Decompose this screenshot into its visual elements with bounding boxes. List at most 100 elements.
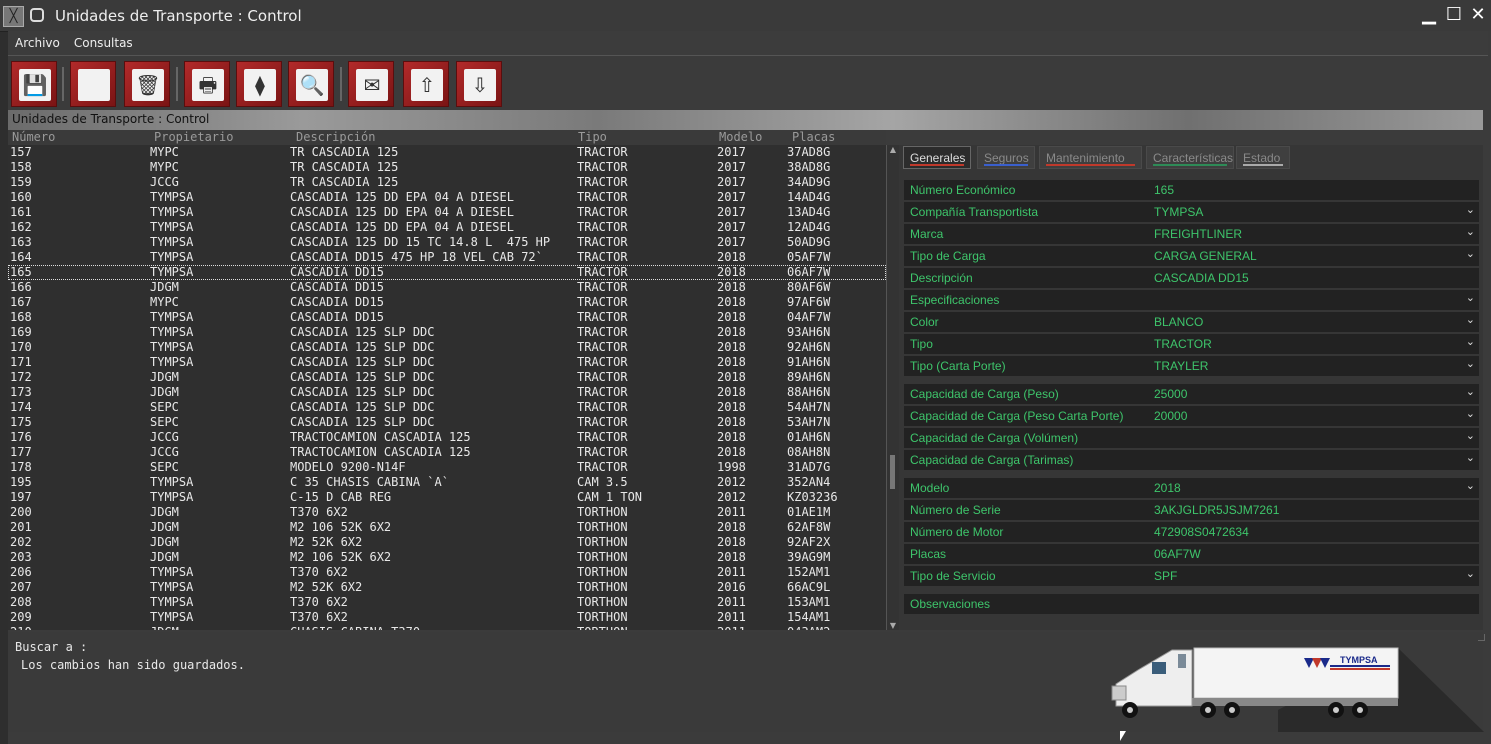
field-row[interactable]: Marca FREIGHTLINER ⌄ (904, 224, 1479, 244)
table-row[interactable]: 202 JDGM M2 52K 6X2 TORTHON 2018 92AF2X (8, 535, 886, 550)
field-row[interactable]: Modelo 2018 ⌄ (904, 478, 1479, 498)
field-value[interactable]: FREIGHTLINER (1154, 227, 1242, 241)
table-row[interactable]: 209 TYMPSA T370 6X2 TORTHON 2011 154AM1 (8, 610, 886, 625)
table-row[interactable]: 168 TYMPSA CASCADIA DD15 TRACTOR 2018 04AF7W (8, 310, 886, 325)
field-value[interactable]: 06AF7W (1154, 547, 1201, 561)
field-value[interactable]: 472908S0472634 (1154, 525, 1249, 539)
tab-generales[interactable]: Generales (903, 146, 971, 169)
app-icon[interactable]: ╳ (3, 6, 24, 27)
field-row[interactable]: Especificaciones ⌄ (904, 290, 1479, 310)
table-row[interactable]: 161 TYMPSA CASCADIA 125 DD EPA 04 A DIESEL… (8, 205, 886, 220)
chevron-down-icon[interactable]: ⌄ (1466, 247, 1475, 260)
field-row[interactable]: Observaciones (904, 594, 1479, 614)
table-row[interactable]: 169 TYMPSA CASCADIA 125 SLP DDC TRACTOR 2018… (8, 325, 886, 340)
field-row[interactable]: Compañía Transportista TYMPSA ⌄ (904, 202, 1479, 222)
scrollbar-thumb[interactable] (890, 455, 895, 489)
table-row[interactable]: 201 JDGM M2 106 52K 6X2 TORTHON 2018 62AF8W (8, 520, 886, 535)
field-row[interactable]: Capacidad de Carga (Peso Carta Porte) 200… (904, 406, 1479, 426)
field-row[interactable]: Descripción CASCADIA DD15 (904, 268, 1479, 288)
field-value[interactable]: 25000 (1154, 387, 1187, 401)
search-button[interactable]: 🔍 (288, 61, 334, 107)
table-row[interactable]: 172 JDGM CASCADIA 125 SLP DDC TRACTOR 2018 89… (8, 370, 886, 385)
chevron-down-icon[interactable]: ⌄ (1466, 567, 1475, 580)
table-row[interactable]: 174 SEPC CASCADIA 125 SLP DDC TRACTOR 2018 54… (8, 400, 886, 415)
scroll-up-arrow-icon[interactable]: ▲ (889, 145, 897, 154)
units-list[interactable]: 157 MYPC TR CASCADIA 125 TRACTOR 2017 37AD8G 1… (8, 145, 886, 630)
field-value[interactable]: SPF (1154, 569, 1177, 583)
table-row[interactable]: 200 JDGM T370 6X2 TORTHON 2011 01AE1M (8, 505, 886, 520)
save-button[interactable]: 💾 (11, 61, 57, 107)
import-button[interactable]: ⇩ (456, 61, 502, 107)
table-row[interactable]: 207 TYMPSA M2 52K 6X2 TORTHON 2016 66AC9L (8, 580, 886, 595)
field-row[interactable]: Tipo de Servicio SPF ⌄ (904, 566, 1479, 586)
table-row[interactable]: 176 JCCG TRACTOCAMION CASCADIA 125 TRACTOR 2… (8, 430, 886, 445)
chevron-down-icon[interactable]: ⌄ (1466, 203, 1475, 216)
field-value[interactable]: 3AKJGLDR5JSJM7261 (1154, 503, 1279, 517)
field-value[interactable]: 20000 (1154, 409, 1187, 423)
export-button[interactable]: ⇧ (403, 61, 449, 107)
table-row[interactable]: 160 TYMPSA CASCADIA 125 DD EPA 04 A DIESEL… (8, 190, 886, 205)
table-row-selected[interactable]: 165 TYMPSA CASCADIA DD15 TRACTOR 2018 06AF7W (8, 265, 886, 280)
minimize-button[interactable]: ▁ (1418, 4, 1440, 26)
chevron-down-icon[interactable]: ⌄ (1466, 407, 1475, 420)
table-row[interactable]: 157 MYPC TR CASCADIA 125 TRACTOR 2017 37AD8G (8, 145, 886, 160)
close-button[interactable]: ✕ (1467, 4, 1489, 26)
scroll-down-arrow-icon[interactable]: ▼ (889, 621, 897, 630)
chevron-down-icon[interactable]: ⌄ (1466, 335, 1475, 348)
tab-seguros[interactable]: Seguros (977, 146, 1035, 169)
table-row[interactable]: 173 JDGM CASCADIA 125 SLP DDC TRACTOR 2018 88… (8, 385, 886, 400)
column-header[interactable]: Descripción (296, 130, 375, 144)
table-row[interactable]: 159 JCCG TR CASCADIA 125 TRACTOR 2017 34AD9G (8, 175, 886, 190)
column-header[interactable]: Placas (792, 130, 835, 144)
chevron-down-icon[interactable]: ⌄ (1466, 357, 1475, 370)
maximize-button[interactable]: ☐ (1443, 4, 1465, 26)
field-value[interactable]: 165 (1154, 183, 1174, 197)
table-row[interactable]: 162 TYMPSA CASCADIA 125 DD EPA 04 A DIESEL… (8, 220, 886, 235)
field-value[interactable]: TRACTOR (1154, 337, 1212, 351)
chevron-down-icon[interactable]: ⌄ (1466, 429, 1475, 442)
field-value[interactable]: CARGA GENERAL (1154, 249, 1257, 263)
tab-estado[interactable]: Estado (1236, 146, 1290, 169)
chevron-down-icon[interactable]: ⌄ (1466, 385, 1475, 398)
column-header[interactable]: Tipo (578, 130, 607, 144)
table-row[interactable]: 203 JDGM M2 106 52K 6X2 TORTHON 2018 39AG9M (8, 550, 886, 565)
pin-icon[interactable] (30, 8, 44, 22)
table-row[interactable]: 177 JCCG TRACTOCAMION CASCADIA 125 TRACTOR 2… (8, 445, 886, 460)
menu-consultas[interactable]: Consultas (67, 31, 140, 55)
delete-button[interactable]: 🗑 (124, 61, 170, 107)
field-row[interactable]: Capacidad de Carga (Tarimas) ⌄ (904, 450, 1479, 470)
field-row[interactable]: Capacidad de Carga (Volúmen) ⌄ (904, 428, 1479, 448)
field-row[interactable]: Número Económico 165 (904, 180, 1479, 200)
column-header[interactable]: Número (12, 130, 55, 144)
table-row[interactable]: 166 JDGM CASCADIA DD15 TRACTOR 2018 80AF6W (8, 280, 886, 295)
table-row[interactable]: 163 TYMPSA CASCADIA 125 DD 15 TC 14.8 L 47… (8, 235, 886, 250)
table-row[interactable]: 197 TYMPSA C-15 D CAB REG CAM 1 TON 2012 KZ03… (8, 490, 886, 505)
column-header[interactable]: Propietario (154, 130, 233, 144)
chevron-down-icon[interactable]: ⌄ (1466, 225, 1475, 238)
field-row[interactable]: Tipo de Carga CARGA GENERAL ⌄ (904, 246, 1479, 266)
field-value[interactable]: TYMPSA (1154, 205, 1203, 219)
table-row[interactable]: 167 MYPC CASCADIA DD15 TRACTOR 2018 97AF6W (8, 295, 886, 310)
print-button[interactable]: 🖶 (184, 61, 230, 107)
field-row[interactable]: Placas 06AF7W (904, 544, 1479, 564)
pdf-button[interactable]: ⧫ (236, 61, 282, 107)
field-row[interactable]: Tipo (Carta Porte) TRAYLER ⌄ (904, 356, 1479, 376)
chevron-down-icon[interactable]: ⌄ (1466, 479, 1475, 492)
column-header[interactable]: Modelo (719, 130, 762, 144)
menu-archivo[interactable]: Archivo (8, 31, 67, 55)
table-row[interactable]: 170 TYMPSA CASCADIA 125 SLP DDC TRACTOR 2018… (8, 340, 886, 355)
tab-mantenimiento[interactable]: Mantenimiento (1039, 146, 1142, 169)
new-button[interactable] (70, 61, 116, 107)
table-row[interactable]: 210 JDGM CHASIS CABINA T370 TORTHON 2011 043A… (8, 625, 886, 630)
field-row[interactable]: Tipo TRACTOR ⌄ (904, 334, 1479, 354)
table-row[interactable]: 171 TYMPSA CASCADIA 125 SLP DDC TRACTOR 2018… (8, 355, 886, 370)
table-row[interactable]: 206 TYMPSA T370 6X2 TORTHON 2011 152AM1 (8, 565, 886, 580)
table-row[interactable]: 208 TYMPSA T370 6X2 TORTHON 2011 153AM1 (8, 595, 886, 610)
field-row[interactable]: Color BLANCO ⌄ (904, 312, 1479, 332)
chevron-down-icon[interactable]: ⌄ (1466, 451, 1475, 464)
email-button[interactable]: ✉ (348, 61, 394, 107)
field-value[interactable]: 2018 (1154, 481, 1181, 495)
table-row[interactable]: 175 SEPC CASCADIA 125 SLP DDC TRACTOR 2018 53… (8, 415, 886, 430)
field-value[interactable]: BLANCO (1154, 315, 1203, 329)
chevron-down-icon[interactable]: ⌄ (1466, 313, 1475, 326)
